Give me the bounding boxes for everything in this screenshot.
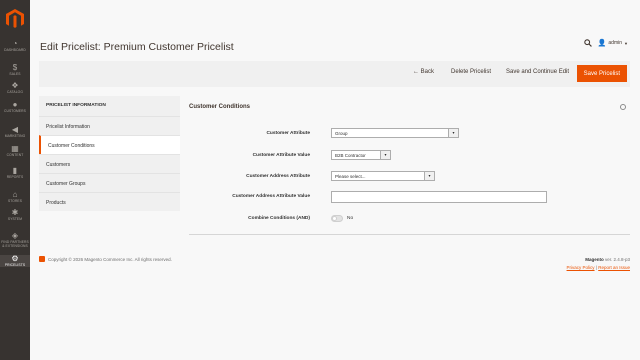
sidebar-item-label: Stores — [7, 199, 23, 203]
user-name: admin — [608, 40, 623, 46]
customer-address-attribute-value: Please select... — [335, 174, 366, 179]
toggle-knob — [332, 216, 337, 221]
customer-address-attribute-value-label: Customer Address Attribute Value — [232, 194, 310, 199]
sidebar-item-label: Pricelists — [4, 263, 26, 267]
chevron-down-icon: ▾ — [424, 172, 434, 180]
sidebar-item-label: Customers — [4, 109, 26, 113]
chevron-down-icon: ▼ — [624, 40, 628, 46]
bar-chart-icon: ▮ — [12, 166, 18, 175]
customer-attribute-value: Group — [335, 131, 348, 136]
tab-customers[interactable]: Customers — [39, 154, 180, 173]
customer-attribute-label: Customer Attribute — [266, 131, 310, 136]
sidebar-item-label: Reports — [6, 175, 24, 179]
puzzle-icon: ◈ — [11, 231, 19, 240]
page-title: Edit Pricelist: Premium Customer Priceli… — [40, 41, 234, 53]
customer-address-attribute-value-input[interactable] — [331, 191, 547, 203]
tab-customer-groups[interactable]: Customer Groups — [39, 173, 180, 192]
pricelist-icon: ⚙ — [11, 254, 19, 263]
customer-address-attribute-label: Customer Address Attribute — [246, 174, 310, 179]
save-and-continue-button[interactable]: Save and Continue Edit — [506, 69, 569, 75]
customer-attribute-value-row: Customer Attribute Value B2B Contractor … — [189, 150, 630, 162]
delete-pricelist-button[interactable]: Delete Pricelist — [451, 69, 491, 75]
sidebar-item-label: Dashboard — [4, 48, 26, 52]
customer-attribute-row: Customer Attribute Group ▾ — [189, 128, 630, 140]
sidebar-item-catalog[interactable]: ❖ Catalog — [0, 81, 30, 95]
magento-footer-logo-icon — [39, 256, 45, 262]
admin-sidebar: ◔ Dashboard $ Sales ❖ Catalog ● Customers ◀ Marke… — [0, 0, 30, 360]
search-icon[interactable] — [583, 39, 592, 47]
sidebar-item-pricelists[interactable]: ⚙ Pricelists — [0, 255, 30, 267]
report-issue-link[interactable]: Report an Issue — [598, 265, 630, 270]
store-icon: ⌂ — [12, 190, 18, 199]
header-actions: 👤 admin ▼ — [583, 39, 628, 47]
sidebar-item-stores[interactable]: ⌂ Stores — [0, 190, 30, 204]
sidebar-item-label: Find Partners & Extensions — [1, 240, 29, 248]
sidebar-item-dashboard[interactable]: ◔ Dashboard — [0, 39, 30, 53]
chevron-down-icon: ▾ — [448, 129, 458, 137]
customer-attribute-value-value: B2B Contractor — [335, 153, 366, 158]
footer-copyright: Copyright © 2026 Magento Commerce Inc. A… — [39, 256, 172, 262]
sidebar-item-sales[interactable]: $ Sales — [0, 63, 30, 77]
tab-products[interactable]: Products — [39, 192, 180, 211]
section-divider — [189, 234, 630, 235]
save-pricelist-button[interactable]: Save Pricelist — [576, 65, 627, 82]
tab-customer-conditions[interactable]: Customer Conditions — [39, 135, 180, 154]
sidebar-item-label: Content — [6, 153, 24, 157]
sidebar-item-marketing[interactable]: ◀ Marketing — [0, 125, 30, 139]
chevron-down-icon: ▾ — [380, 151, 390, 159]
combine-conditions-value: No — [347, 216, 354, 221]
megaphone-icon: ◀ — [11, 125, 19, 134]
person-icon: ● — [12, 100, 18, 109]
dollar-icon: $ — [12, 63, 18, 72]
combine-conditions-row: Combine Conditions (AND) No — [189, 213, 630, 225]
sidebar-item-reports[interactable]: ▮ Reports — [0, 166, 30, 180]
content-icon: ▦ — [11, 144, 19, 153]
magento-logo-icon[interactable] — [6, 9, 24, 29]
cube-icon: ❖ — [11, 81, 19, 90]
sidebar-item-find-partners-extensions[interactable]: ◈ Find Partners & Extensions — [0, 231, 30, 249]
page-actions-bar: ← Back Delete Pricelist Save and Continu… — [39, 61, 630, 87]
pricelist-tabs: PRICELIST INFORMATION Pricelist Informat… — [39, 96, 180, 211]
customer-address-attribute-select[interactable]: Please select... ▾ — [331, 171, 435, 181]
sidebar-item-label: Sales — [9, 72, 21, 76]
copyright-text: Copyright © 2026 Magento Commerce Inc. A… — [48, 256, 172, 262]
combine-conditions-toggle[interactable] — [331, 215, 343, 222]
combine-conditions-label: Combine Conditions (AND) — [248, 216, 310, 221]
footer-info: Magento ver. 2.4.8-p3 Privacy Policy | R… — [567, 256, 630, 272]
customer-conditions-section: Customer Conditions Customer Attribute G… — [189, 96, 630, 222]
privacy-policy-link[interactable]: Privacy Policy — [567, 265, 595, 270]
tabs-header: PRICELIST INFORMATION — [39, 96, 180, 116]
gear-icon: ✱ — [11, 208, 19, 217]
tab-pricelist-information[interactable]: Pricelist Information — [39, 116, 180, 135]
sidebar-item-customers[interactable]: ● Customers — [0, 100, 30, 114]
customer-address-attribute-value-row: Customer Address Attribute Value — [189, 191, 630, 203]
customer-attribute-select[interactable]: Group ▾ — [331, 128, 459, 138]
footer-brand: Magento — [585, 257, 604, 262]
customer-attribute-value-label: Customer Attribute Value — [252, 153, 310, 158]
sidebar-item-label: Catalog — [7, 90, 23, 94]
customer-address-attribute-row: Customer Address Attribute Please select… — [189, 171, 630, 183]
back-button[interactable]: ← Back — [413, 69, 434, 75]
user-menu[interactable]: 👤 admin ▼ — [598, 39, 628, 47]
dashboard-icon: ◔ — [12, 39, 18, 48]
sidebar-item-label: System — [7, 217, 23, 221]
collapse-icon[interactable] — [620, 104, 626, 110]
main-area: Edit Pricelist: Premium Customer Priceli… — [30, 0, 640, 360]
sidebar-item-content[interactable]: ▦ Content — [0, 144, 30, 158]
sidebar-item-label: Marketing — [4, 134, 26, 138]
user-icon: 👤 — [597, 40, 607, 47]
customer-attribute-value-select[interactable]: B2B Contractor ▾ — [331, 150, 391, 160]
section-title: Customer Conditions — [189, 104, 250, 110]
footer-version: ver. 2.4.8-p3 — [603, 257, 630, 262]
sidebar-item-system[interactable]: ✱ System — [0, 208, 30, 222]
